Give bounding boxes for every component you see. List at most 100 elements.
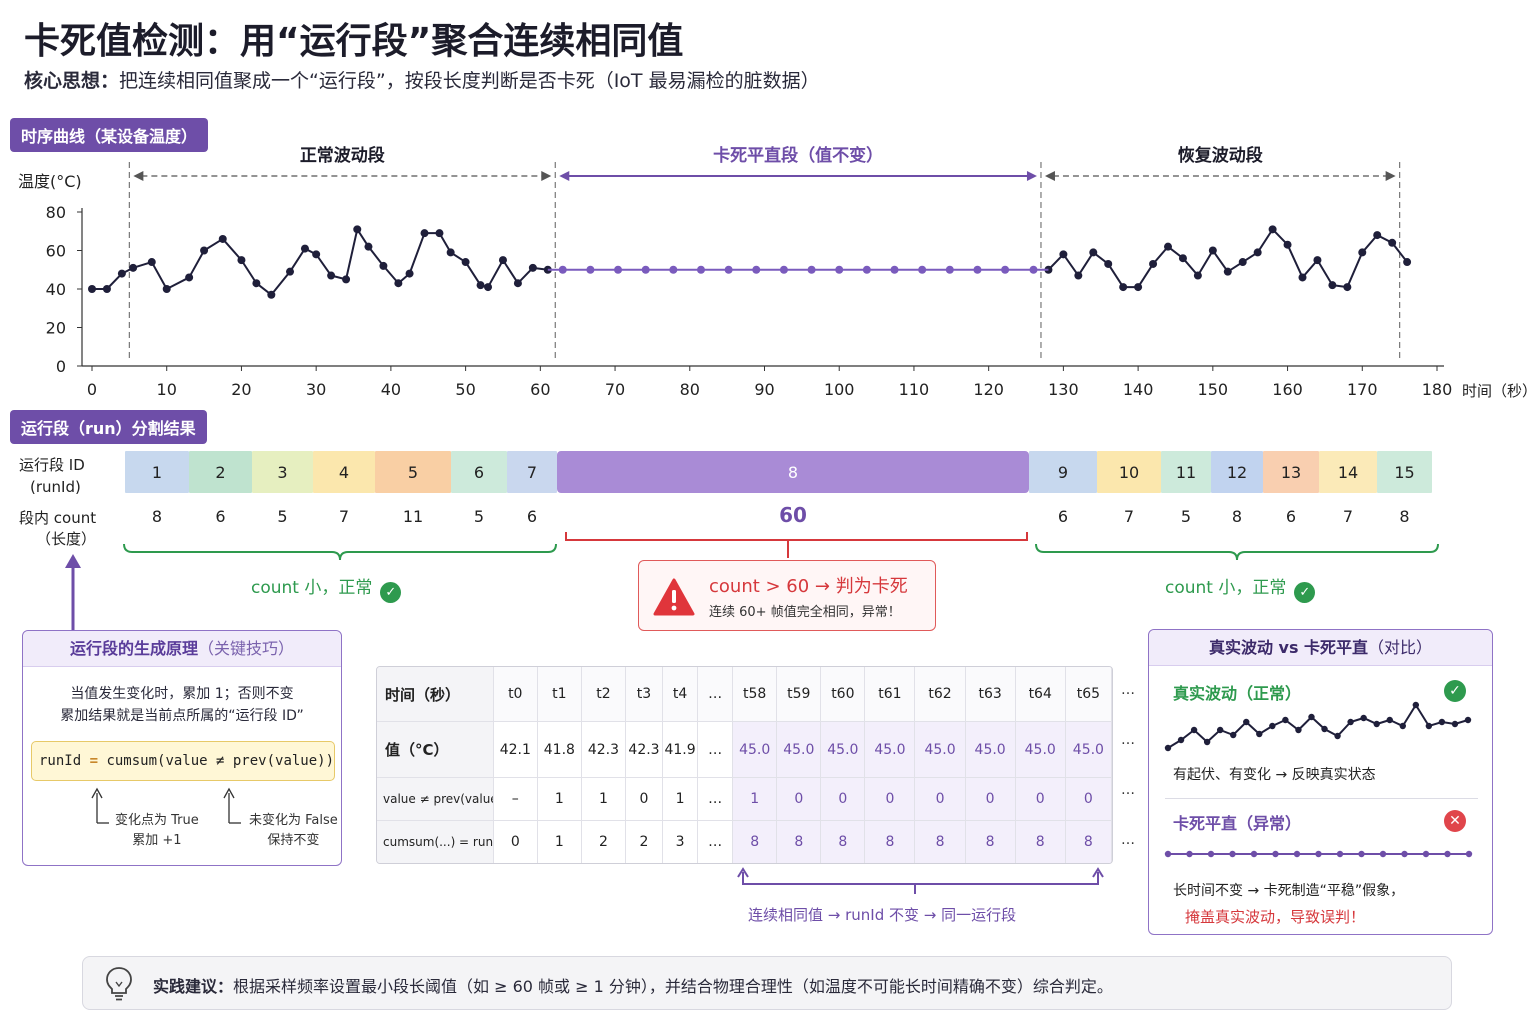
table-row-header: 时间（秒） (377, 667, 494, 723)
note-change-false: 未变化为 False 保持不变 (249, 811, 338, 851)
table-cell: 8 (776, 820, 822, 863)
data-point (973, 265, 982, 274)
warning-icon (653, 578, 695, 616)
data-point (342, 275, 351, 284)
x-axis-label: 时间（秒） (1462, 382, 1536, 400)
real-sparkline-point (1190, 726, 1198, 734)
comparison-heading-note: （对比） (1368, 638, 1433, 657)
real-sparkline-point (1203, 738, 1211, 746)
data-point (185, 273, 194, 282)
table-cell: 42.3 (625, 721, 664, 779)
real-fluctuation-sparkline (1164, 701, 1472, 752)
table-cell: 1 (662, 777, 699, 822)
data-point (779, 265, 788, 274)
data-point (394, 279, 403, 288)
table-row-header: cumsum(...) = runId (377, 820, 494, 863)
table-cell: 1 (537, 820, 582, 863)
flat-sparkline-point (1186, 850, 1193, 858)
table-row: value ≠ prev(value) –1 1 0 1… 1 0 0 0 0 0 0 0 (377, 777, 1112, 822)
page-title: 卡死值检测：用“运行段”聚合连续相同值 (24, 21, 684, 62)
table-cell: 0 (1065, 777, 1112, 822)
y-tick-label: 80 (46, 203, 66, 222)
table-cell: – (493, 777, 538, 822)
formula-operator: = (89, 753, 99, 769)
table-cell: 45.0 (820, 721, 866, 779)
real-sparkline-point (1425, 722, 1433, 730)
data-point (1178, 254, 1187, 263)
run-count-label: 段内 count (19, 509, 96, 527)
check-icon: ✓ (380, 582, 402, 603)
y-tick-label: 20 (46, 319, 66, 338)
table-column-header: t61 (864, 667, 916, 723)
table-cell: … (697, 820, 734, 863)
run-count: 8 (152, 507, 162, 526)
run-id-label: 运行段 ID (19, 456, 85, 474)
data-point (1268, 225, 1277, 234)
table-column-header: t60 (820, 667, 866, 723)
run-id: 6 (474, 463, 484, 482)
flat-sparkline-point (1272, 850, 1279, 858)
flat-sparkline-point (1164, 850, 1172, 858)
table-cell: … (697, 721, 734, 779)
data-point (129, 263, 138, 272)
table-cell: 8 (820, 820, 866, 863)
left-ok-text: count 小，正常 (251, 578, 373, 598)
table-column-header: t2 (581, 667, 626, 723)
data-point (435, 229, 444, 238)
data-point (1328, 281, 1337, 290)
x-tick-label: 140 (1123, 380, 1154, 399)
x-tick-label: 60 (530, 380, 550, 399)
data-point (88, 285, 96, 293)
data-point (586, 265, 595, 274)
table-cell: 45.0 (914, 721, 966, 779)
data-point (484, 283, 493, 292)
data-point (945, 265, 954, 274)
x-tick-label: 110 (899, 380, 930, 399)
run-id: 8 (788, 463, 798, 482)
table-cell: 0 (493, 820, 538, 863)
data-point (102, 285, 111, 293)
comparison-panel: 真实波动 vs 卡死平直（对比） 真实波动（正常） ✓ 有起伏、有变化 → 反映… (1148, 629, 1493, 935)
principle-panel: 运行段的生成原理（关键技巧） 当值发生变化时，累加 1；否则不变 累加结果就是当… (22, 630, 342, 866)
real-sparkline-point (1256, 730, 1263, 738)
comparison-heading-main: 真实波动 vs 卡死平直 (1208, 638, 1369, 657)
x-tick-label: 30 (306, 380, 326, 399)
segment-arrow-left (559, 171, 570, 181)
x-tick-label: 150 (1198, 380, 1229, 399)
table-cell: 1 (581, 777, 626, 822)
table-cell: 0 (1015, 777, 1066, 822)
data-point (1149, 259, 1158, 268)
y-tick-label: 60 (46, 242, 66, 261)
data-point (498, 256, 507, 265)
table-cell: 45.0 (1015, 721, 1066, 779)
segment-arrow-right (541, 171, 552, 181)
practice-tip-bar: 实践建议：根据采样频率设置最小段长阈值（如 ≥ 60 帧或 ≥ 1 分钟），并结… (82, 956, 1452, 1010)
data-point (1119, 283, 1128, 292)
table-ellipsis: … (1121, 682, 1135, 698)
alert-title: count > 60 → 判为卡死 (709, 576, 908, 597)
real-sparkline-point (1360, 714, 1367, 722)
data-point (147, 258, 156, 267)
x-tick-label: 170 (1347, 380, 1378, 399)
data-point (1001, 265, 1010, 274)
flat-sparkline-point (1422, 850, 1430, 858)
flat-sparkline-point (1315, 850, 1322, 858)
table-cell: 2 (581, 820, 626, 863)
run-count: 11 (403, 507, 423, 526)
run-count: 7 (339, 507, 349, 526)
x-tick-label: 10 (157, 380, 177, 399)
run-count: 7 (1343, 507, 1353, 526)
x-tick-label: 80 (680, 380, 700, 399)
x-tick-label: 20 (231, 380, 251, 399)
table-column-header: t58 (732, 667, 778, 723)
table-cell: 8 (864, 820, 916, 863)
run-id: 7 (527, 463, 537, 482)
data-point (1089, 248, 1098, 257)
data-point (528, 263, 537, 272)
principle-line-2: 累加结果就是当前点所属的“运行段 ID” (60, 708, 304, 724)
principle-pointer-arrow (65, 554, 81, 630)
x-tick-label: 50 (455, 380, 475, 399)
table-ellipsis: … (1121, 782, 1135, 798)
run-count: 5 (277, 507, 287, 526)
x-tick-label: 160 (1272, 380, 1303, 399)
